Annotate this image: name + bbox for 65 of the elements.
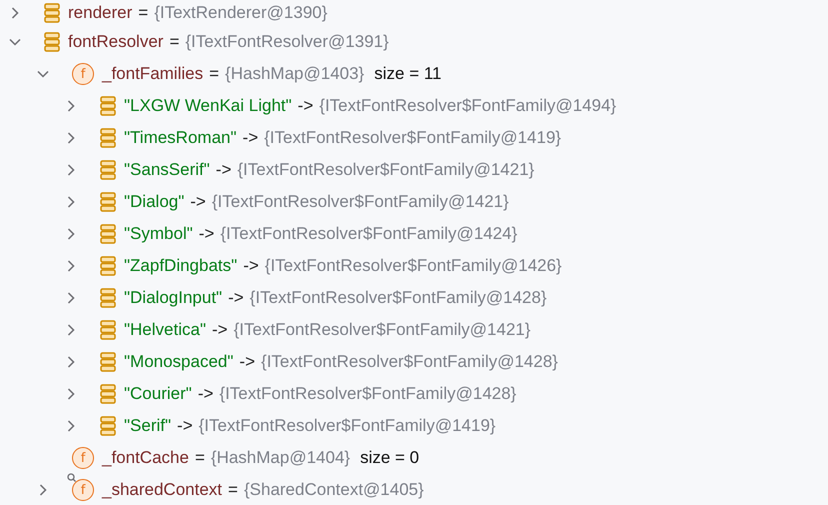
stack-icon — [100, 256, 116, 276]
field-icon: f — [72, 63, 94, 85]
variable-value: {ITextFontResolver$FontFamily@1428} — [261, 351, 558, 374]
separator: = — [209, 63, 220, 86]
variable-name: _fontFamilies — [102, 63, 204, 86]
separator: = — [228, 479, 238, 502]
variable-value: {ITextFontResolver$FontFamily@1419} — [198, 415, 496, 438]
variable-name: _fontCache — [102, 447, 189, 470]
separator: -> — [239, 351, 256, 374]
size-label: size = 0 — [360, 447, 420, 470]
separator: -> — [212, 319, 228, 342]
separator: -> — [228, 287, 244, 310]
variable-value: {ITextFontResolver$FontFamily@1428} — [250, 287, 547, 310]
map-key: "DialogInput" — [124, 285, 222, 311]
variable-value: {ITextFontResolver$FontFamily@1426} — [264, 255, 562, 278]
map-key: "SansSerif" — [124, 157, 210, 183]
separator: -> — [198, 223, 214, 246]
variable-value: {ITextFontResolver$FontFamily@1424} — [220, 223, 518, 246]
map-key: "Dialog" — [124, 189, 184, 215]
separator: -> — [190, 191, 206, 214]
separator: = — [138, 2, 148, 24]
variable-name: fontResolver — [68, 31, 164, 54]
separator: -> — [242, 127, 258, 150]
stack-icon — [100, 384, 116, 404]
stack-icon — [44, 3, 60, 23]
variable-value: {ITextFontResolver$FontFamily@1494} — [319, 95, 616, 118]
field-icon: f — [72, 447, 94, 469]
map-key: "TimesRoman" — [124, 125, 237, 151]
map-key: "Monospaced" — [124, 349, 234, 375]
stack-icon — [100, 128, 116, 148]
map-key: "Symbol" — [124, 221, 193, 247]
separator: -> — [177, 415, 193, 438]
separator: = — [194, 447, 205, 470]
map-key: "Courier" — [124, 381, 192, 407]
variable-value: {ITextFontResolver$FontFamily@1421} — [237, 159, 534, 182]
stack-icon — [100, 192, 116, 212]
variable-value: {ITextFontResolver$FontFamily@1421} — [234, 319, 531, 342]
variable-value: {ITextFontResolver@1391} — [185, 31, 389, 54]
separator: -> — [216, 159, 232, 182]
map-key: "Helvetica" — [124, 317, 206, 343]
variable-value: {ITextFontResolver$FontFamily@1428} — [219, 383, 516, 406]
stack-icon — [100, 320, 116, 340]
separator: = — [169, 31, 180, 54]
stack-icon — [44, 32, 60, 52]
map-key: "Serif" — [124, 413, 172, 439]
stack-icon — [100, 416, 116, 436]
stack-icon — [100, 96, 116, 116]
size-label: size = 11 — [374, 63, 442, 86]
map-key: "LXGW WenKai Light" — [124, 93, 292, 119]
variable-value: {HashMap@1403} — [225, 63, 364, 86]
variable-value: {ITextFontResolver$FontFamily@1419} — [264, 127, 562, 150]
variable-value: {ITextRenderer@1390} — [154, 2, 328, 24]
separator: -> — [243, 255, 259, 278]
stack-icon — [100, 288, 116, 308]
separator: -> — [298, 95, 314, 118]
variable-value: {HashMap@1404} — [210, 447, 350, 470]
variable-name: _sharedContext — [102, 479, 222, 502]
variable-value: {ITextFontResolver$FontFamily@1421} — [212, 191, 509, 214]
map-key: "ZapfDingbats" — [124, 253, 238, 279]
separator: -> — [198, 383, 214, 406]
stack-icon — [100, 352, 116, 372]
stack-icon — [100, 224, 116, 244]
variable-name: renderer — [68, 2, 132, 24]
stack-icon — [100, 160, 116, 180]
variable-value: {SharedContext@1405} — [244, 479, 424, 502]
